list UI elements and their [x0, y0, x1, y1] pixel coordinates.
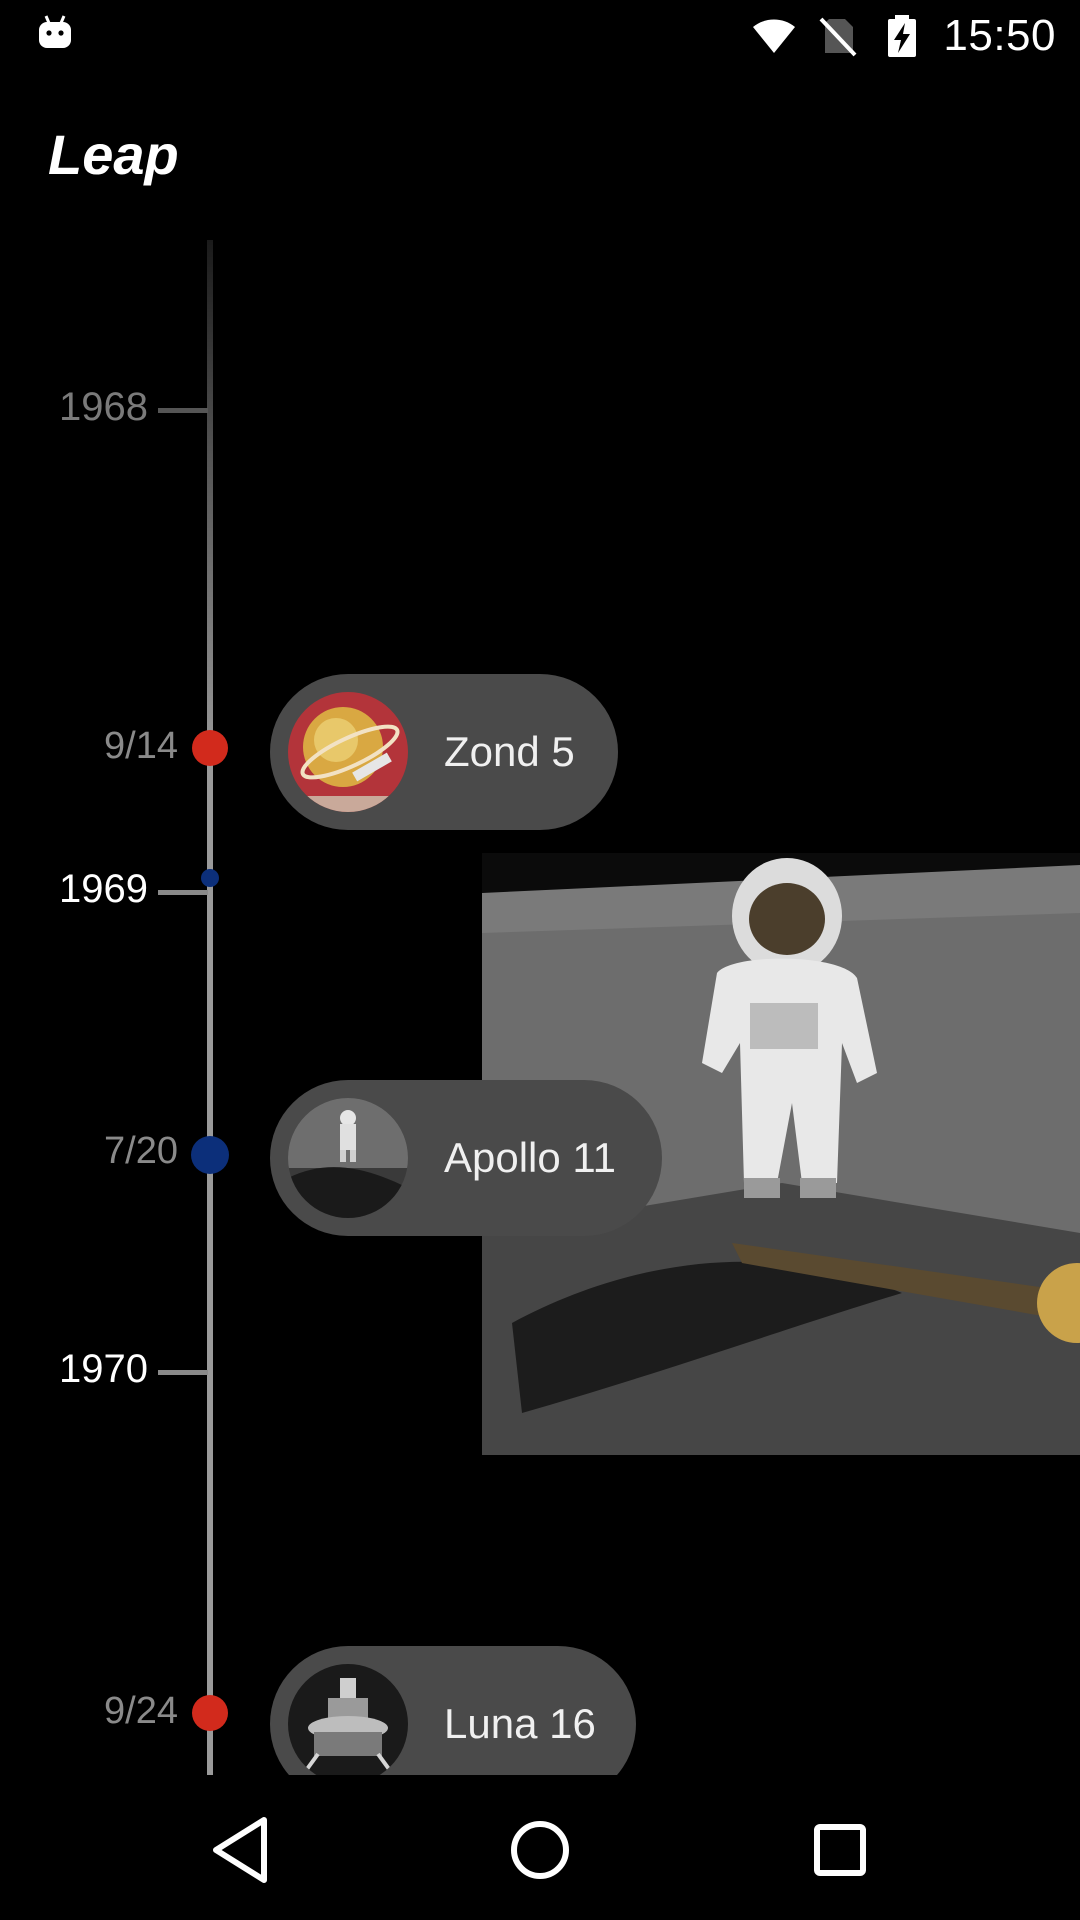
- battery-charging-icon: [888, 15, 917, 57]
- event-name-luna-16: Luna 16: [444, 1700, 596, 1747]
- back-icon[interactable]: [196, 1805, 286, 1895]
- year-tick-1970: [158, 1370, 208, 1375]
- event-date-luna-16: 9/24: [104, 1690, 178, 1732]
- event-marker-apollo-11: [191, 1136, 229, 1174]
- app-title: Leap: [48, 123, 179, 186]
- event-card-zond-5[interactable]: Zond 5: [270, 674, 618, 830]
- event-name-apollo-11: Apollo 11: [444, 1134, 617, 1181]
- event-date-apollo-11: 7/20: [104, 1130, 178, 1172]
- year-marker-1969: [201, 869, 219, 887]
- timeline[interactable]: 1968 9/14 Zond 5 1969 7/20 Apollo 11 197…: [0, 240, 1080, 1775]
- zond-5-stamp-thumbnail: [288, 692, 408, 812]
- event-card-apollo-11[interactable]: Apollo 11: [270, 1080, 662, 1236]
- event-date-zond-5: 9/14: [104, 725, 178, 767]
- timeline-axis: [207, 240, 213, 1775]
- year-label-1970: 1970: [59, 1347, 148, 1391]
- no-sim-icon: [819, 17, 857, 57]
- navigation-bar: [0, 1775, 1080, 1920]
- wifi-icon: [753, 19, 796, 53]
- year-tick-1969: [158, 890, 208, 895]
- luna-16-lander-thumbnail: [288, 1664, 408, 1775]
- apollo-11-astronaut-thumbnail: [288, 1098, 408, 1218]
- event-marker-luna-16: [192, 1695, 228, 1731]
- year-label-1969: 1969: [59, 867, 148, 911]
- year-tick-1968: [158, 408, 208, 413]
- event-marker-zond-5: [192, 730, 228, 766]
- recents-icon[interactable]: [795, 1805, 885, 1895]
- event-card-luna-16[interactable]: Luna 16: [270, 1646, 636, 1775]
- home-icon[interactable]: [495, 1805, 585, 1895]
- status-time: 15:50: [943, 11, 1056, 60]
- status-bar: 15:50: [0, 0, 1080, 72]
- android-debug-icon: [39, 15, 71, 48]
- event-name-zond-5: Zond 5: [444, 728, 575, 775]
- year-label-1968: 1968: [59, 385, 148, 429]
